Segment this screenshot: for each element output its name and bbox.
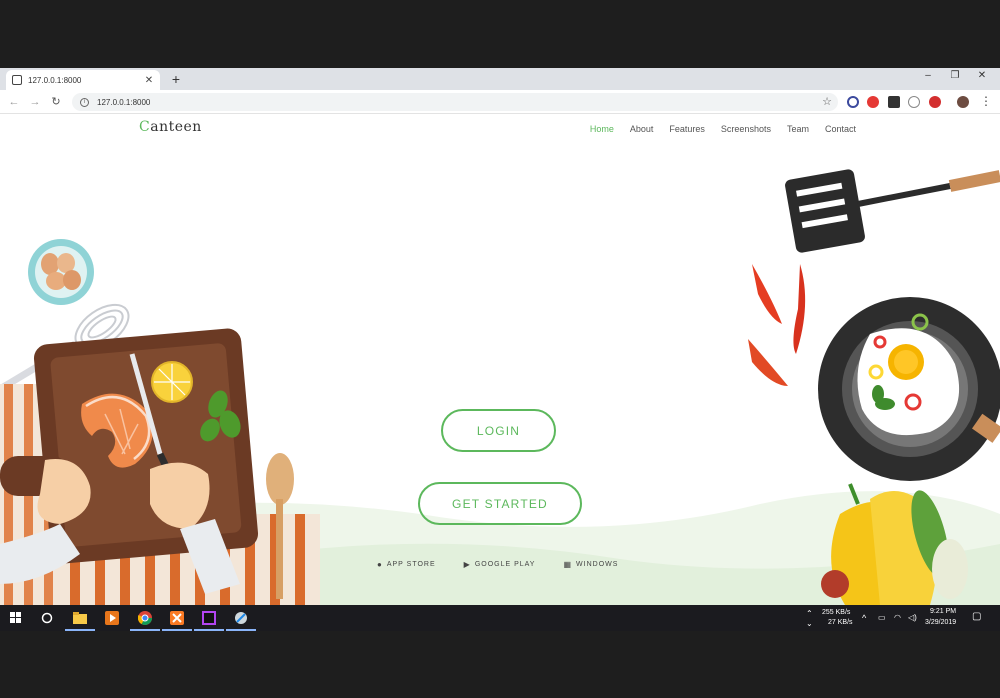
page-favicon-icon bbox=[12, 75, 22, 85]
get-started-button[interactable]: GET STARTED bbox=[418, 482, 582, 525]
reload-icon[interactable]: ↻ bbox=[48, 94, 64, 110]
windows-taskbar: ⌃ ⌄ 255 KB/s 27 KB/s ^ ▭ ◠ ◁) 9:21 PM 3/… bbox=[0, 605, 1000, 631]
clock-time[interactable]: 9:21 PM bbox=[930, 608, 956, 615]
browser-tab[interactable]: 127.0.0.1:8000 ✕ bbox=[6, 70, 160, 90]
net-down-arrow-icon: ⌄ bbox=[806, 619, 813, 628]
nav-about[interactable]: About bbox=[630, 124, 654, 134]
forward-icon[interactable]: → bbox=[27, 94, 43, 110]
hero-illustration bbox=[0, 169, 1000, 605]
net-download-speed: 27 KB/s bbox=[828, 619, 853, 626]
file-explorer-icon[interactable] bbox=[70, 608, 90, 628]
login-button[interactable]: LOGIN bbox=[441, 409, 556, 452]
notifications-icon[interactable]: ▢ bbox=[972, 611, 981, 622]
tray-expand-icon[interactable]: ^ bbox=[862, 613, 866, 623]
nav-home[interactable]: Home bbox=[590, 124, 614, 134]
browser-window: 127.0.0.1:8000 ✕ + – ❐ ✕ ← → ↻ i 127.0.0… bbox=[0, 68, 1000, 631]
media-player-icon[interactable] bbox=[102, 608, 122, 628]
extension-face-icon[interactable] bbox=[908, 96, 920, 108]
extension-block-icon[interactable] bbox=[847, 96, 859, 108]
chrome-icon[interactable] bbox=[135, 608, 155, 628]
net-upload-speed: 255 KB/s bbox=[822, 609, 851, 616]
browser-toolbar: ← → ↻ i 127.0.0.1:8000 ☆ ⋮ bbox=[0, 90, 1000, 114]
nav-screenshots[interactable]: Screenshots bbox=[721, 124, 771, 134]
extension-bug-icon[interactable] bbox=[929, 96, 941, 108]
nav-contact[interactable]: Contact bbox=[825, 124, 856, 134]
main-nav: Home About Features Screenshots Team Con… bbox=[590, 124, 856, 134]
windows-link[interactable]: ▦ WINDOWS bbox=[563, 560, 618, 569]
web-page: Canteen Home About Features Screenshots … bbox=[0, 114, 1000, 605]
new-tab-button[interactable]: + bbox=[168, 71, 184, 87]
close-window-button[interactable]: ✕ bbox=[972, 70, 992, 81]
tab-close-icon[interactable]: ✕ bbox=[144, 75, 154, 86]
back-icon[interactable]: ← bbox=[6, 94, 22, 110]
net-up-arrow-icon: ⌃ bbox=[806, 609, 813, 618]
nav-features[interactable]: Features bbox=[669, 124, 705, 134]
address-bar[interactable]: i 127.0.0.1:8000 ☆ bbox=[72, 93, 838, 111]
start-button[interactable] bbox=[6, 608, 26, 628]
xampp-icon[interactable] bbox=[167, 608, 187, 628]
site-logo[interactable]: Canteen bbox=[139, 119, 202, 135]
nav-team[interactable]: Team bbox=[787, 124, 809, 134]
egg-bowl bbox=[28, 239, 94, 305]
chrome-menu-icon[interactable]: ⋮ bbox=[980, 94, 992, 108]
clock-date[interactable]: 3/29/2019 bbox=[925, 619, 956, 626]
profile-avatar[interactable] bbox=[957, 96, 969, 108]
volume-icon[interactable]: ◁) bbox=[908, 613, 917, 622]
windows-logo-icon: ▦ bbox=[563, 560, 573, 569]
app-store-link[interactable]: ● APP STORE bbox=[377, 560, 436, 569]
google-play-link[interactable]: ▶ GOOGLE PLAY bbox=[464, 560, 536, 569]
apple-icon: ● bbox=[377, 560, 383, 569]
snipping-tool-icon[interactable] bbox=[231, 608, 251, 628]
address-text: 127.0.0.1:8000 bbox=[97, 97, 151, 107]
windows-logo-icon bbox=[10, 612, 21, 623]
cortana-search-icon[interactable] bbox=[37, 608, 57, 628]
battery-icon[interactable]: ▭ bbox=[878, 613, 886, 622]
minimize-button[interactable]: – bbox=[918, 70, 938, 81]
phpstorm-icon[interactable] bbox=[199, 608, 219, 628]
maximize-button[interactable]: ❐ bbox=[945, 70, 965, 81]
info-icon[interactable]: i bbox=[80, 97, 89, 107]
extension-opera-icon[interactable] bbox=[867, 96, 879, 108]
tab-title: 127.0.0.1:8000 bbox=[28, 75, 82, 85]
extension-badge-icon[interactable] bbox=[888, 96, 900, 108]
tab-strip: 127.0.0.1:8000 ✕ + – ❐ ✕ bbox=[0, 68, 1000, 90]
play-icon: ▶ bbox=[463, 560, 471, 569]
store-links: ● APP STORE ▶ GOOGLE PLAY ▦ WINDOWS bbox=[377, 560, 618, 569]
wifi-icon[interactable]: ◠ bbox=[894, 613, 901, 622]
bookmark-star-icon[interactable]: ☆ bbox=[822, 95, 832, 108]
